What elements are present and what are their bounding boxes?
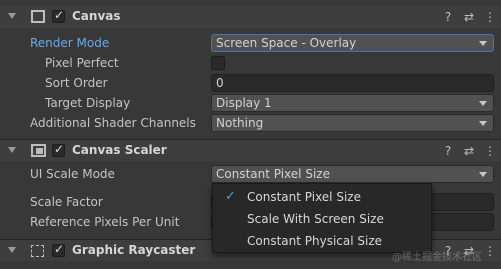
context-menu-icon[interactable]: ⋮ [482,143,498,159]
canvas-enabled-checkbox[interactable]: ✓ [52,8,65,23]
foldout-arrow-icon[interactable] [8,13,16,19]
reference-pixels-label: Reference Pixels Per Unit [30,215,180,229]
pixel-perfect-checkbox[interactable] [211,56,225,70]
component-title: Canvas [72,9,121,23]
popup-item-label: Constant Pixel Size [247,190,361,204]
presets-icon[interactable]: ⇄ [461,143,477,159]
chevron-down-icon [479,101,487,106]
popup-item-constant-pixel-size[interactable]: ✓ Constant Pixel Size [213,186,431,208]
component-title: Canvas Scaler [72,143,167,157]
sort-order-input[interactable]: 0 [211,74,494,92]
shader-channels-value: Nothing [216,116,264,130]
target-display-label: Target Display [45,96,131,110]
sort-order-value: 0 [216,76,224,90]
popup-item-label: Constant Physical Size [247,234,383,248]
ui-scale-mode-popup: ✓ Constant Pixel Size Scale With Screen … [212,183,432,253]
presets-icon[interactable]: ⇄ [461,9,477,25]
shader-channels-dropdown[interactable]: Nothing [211,114,494,132]
target-display-value: Display 1 [216,96,272,110]
foldout-arrow-icon[interactable] [8,247,16,253]
render-mode-value: Screen Space - Overlay [216,36,357,50]
canvas-component-icon [31,10,45,23]
foldout-arrow-icon[interactable] [8,147,16,153]
scale-factor-label: Scale Factor [30,195,103,209]
watermark: @稀土掘金技术社区 [392,252,482,263]
help-icon[interactable]: ? [440,143,456,159]
ui-scale-mode-dropdown[interactable]: Constant Pixel Size [211,165,494,183]
component-title: Graphic Raycaster [72,243,196,257]
canvas-scaler-enabled-checkbox[interactable]: ✓ [52,142,65,157]
sort-order-label: Sort Order [45,76,108,90]
ui-scale-mode-value: Constant Pixel Size [216,167,330,181]
scaler-inner-icon [36,148,43,154]
chevron-down-icon [479,41,487,46]
target-display-dropdown[interactable]: Display 1 [211,94,494,112]
canvas-component-header[interactable]: ✓ Canvas ? ⇄ ⋮ [0,6,501,28]
popup-item-label: Scale With Screen Size [247,212,384,226]
pixel-perfect-label: Pixel Perfect [45,56,119,70]
chevron-down-icon [479,121,487,126]
chevron-down-icon [479,172,487,177]
render-mode-dropdown[interactable]: Screen Space - Overlay [211,34,494,52]
ui-scale-mode-label: UI Scale Mode [30,167,115,181]
render-mode-label: Render Mode [30,36,110,50]
help-icon[interactable]: ? [440,9,456,25]
shader-channels-label: Additional Shader Channels [30,116,196,130]
context-menu-icon[interactable]: ⋮ [482,9,498,25]
canvas-scaler-component-header[interactable]: ✓ Canvas Scaler ? ⇄ ⋮ [0,139,501,161]
context-menu-icon[interactable]: ⋮ [482,243,498,259]
check-icon: ✓ [225,189,236,204]
raycaster-component-icon [31,245,44,257]
graphic-raycaster-enabled-checkbox[interactable]: ✓ [52,242,65,257]
popup-item-scale-with-screen-size[interactable]: Scale With Screen Size [213,208,431,230]
